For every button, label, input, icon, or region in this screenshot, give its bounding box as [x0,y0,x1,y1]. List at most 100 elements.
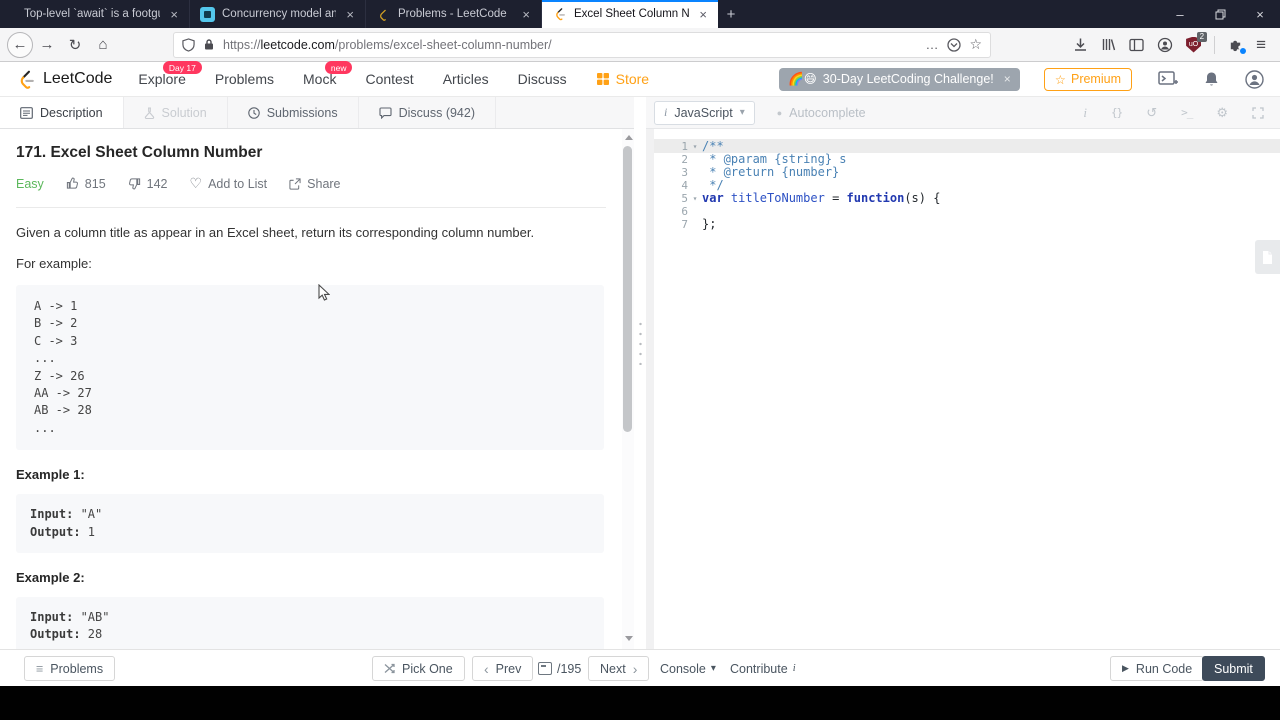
tab-solution[interactable]: Solution [124,97,228,128]
new-tab-button[interactable]: + [718,0,744,28]
dislike-button[interactable]: 142 [128,177,168,191]
floating-page-button[interactable] [1255,240,1280,274]
tab-discuss[interactable]: Discuss (942) [359,97,496,128]
tab-close-icon[interactable]: × [343,7,357,22]
next-button[interactable]: Next › [588,656,649,681]
minimize-button[interactable]: – [1160,0,1200,28]
tab-close-icon[interactable]: × [696,7,710,22]
console-prompt-icon[interactable]: >_ [1181,106,1192,119]
account-icon[interactable] [1157,37,1173,53]
submit-button[interactable]: Submit [1202,656,1265,681]
bookmark-star-icon[interactable]: ☆ [969,36,982,53]
page-actions-icon[interactable]: … [925,37,939,52]
like-button[interactable]: 815 [66,177,106,191]
add-to-list-button[interactable]: ♡ Add to List [190,175,268,192]
autocomplete-toggle[interactable]: ● Autocomplete [777,106,866,120]
reload-icon[interactable]: ↻ [61,31,89,59]
info-icon[interactable]: i [1083,105,1087,121]
example-1-heading: Example 1: [16,467,622,482]
notifications-bell-icon[interactable] [1204,71,1219,88]
problem-tab-bar: Description Solution Submissions [0,97,646,129]
contribute-info-icon: i [793,663,796,674]
back-icon[interactable]: ← [7,32,33,58]
thumbs-down-icon [128,177,141,190]
contribute-link[interactable]: Contribute i [730,656,796,681]
share-button[interactable]: Share [289,177,340,191]
close-window-button[interactable]: × [1240,0,1280,28]
nav-explore[interactable]: ExploreDay 17 [138,71,185,87]
example-1-block: Input: "A" Output: 1 [16,494,604,553]
premium-button[interactable]: ☆ Premium [1044,68,1132,91]
share-icon [289,178,301,190]
pick-one-button[interactable]: Pick One [372,656,465,681]
language-select[interactable]: i JavaScript ▾ [654,101,755,125]
download-icon[interactable] [1073,37,1088,52]
nav-articles[interactable]: Articles [443,71,489,87]
nav-discuss[interactable]: Discuss [518,71,567,87]
hamburger-menu-icon[interactable]: ≡ [1256,35,1266,55]
mock-new-badge: new [325,61,353,74]
browser-tab-3[interactable]: Problems - LeetCode × [366,0,542,28]
console-toggle[interactable]: Console ▾ [660,656,716,681]
leetcode-logo[interactable]: LeetCode [16,69,112,90]
leetcode-navbar: LeetCode ExploreDay 17 Problems Mocknew … [0,62,1280,97]
tracking-shield-icon[interactable] [182,38,195,52]
list-menu-icon: ≡ [36,662,43,676]
forward-icon[interactable]: → [33,31,61,59]
problem-index[interactable]: /195 [538,656,581,681]
description-scrollbar[interactable] [622,129,634,649]
adblock-icon[interactable]: uO 2 [1186,37,1201,53]
chevron-down-icon: ▾ [711,663,716,674]
fold-arrow-icon[interactable]: ▾ [688,192,702,205]
interview-terminal-icon[interactable] [1158,71,1178,87]
mouse-cursor [318,284,330,302]
sidebar-icon[interactable] [1129,38,1144,52]
banner-close-icon[interactable]: × [1004,72,1011,86]
library-icon[interactable] [1101,37,1116,52]
tab-close-icon[interactable]: × [167,7,181,22]
browser-tab-2[interactable]: Concurrency model and the ev × [190,0,366,28]
challenge-banner[interactable]: 🌈😄 30-Day LeetCoding Challenge! × [779,68,1020,91]
fold-arrow-icon[interactable]: ▾ [688,140,702,153]
avatar-icon[interactable] [1245,70,1264,89]
home-icon[interactable]: ⌂ [89,31,117,59]
prev-button[interactable]: ‹ Prev [472,656,533,681]
fullscreen-icon[interactable] [1252,107,1264,119]
tab-close-icon[interactable]: × [519,7,533,22]
format-braces-icon[interactable]: {} [1111,106,1122,119]
extension-puzzle-icon[interactable] [1228,37,1243,52]
browser-tab-1[interactable]: Top-level `await` is a footgun × [14,0,190,28]
nav-problems[interactable]: Problems [215,71,274,87]
address-bar[interactable]: https://leetcode.com/problems/excel-shee… [173,32,991,58]
code-lines: 1▾/** 2 * @param {string} s 3 * @return … [654,140,1280,231]
example-2-block: Input: "AB" Output: 28 [16,597,604,649]
problem-panel: Description Solution Submissions [0,97,646,649]
run-code-button[interactable]: ▶ Run Code [1110,656,1204,681]
scrollbar-thumb[interactable] [623,146,632,432]
scroll-down-arrow[interactable] [625,636,633,641]
code-editor[interactable]: 1▾/** 2 * @param {string} s 3 * @return … [646,129,1280,649]
settings-gear-icon[interactable]: ⚙ [1216,105,1228,121]
reset-code-icon[interactable]: ↺ [1146,105,1157,121]
tab-description[interactable]: Description [0,97,124,128]
flask-icon [144,107,155,119]
problem-index-input[interactable] [538,662,552,675]
browser-tab-active[interactable]: Excel Sheet Column Number - × [542,0,718,28]
url-text: https://leetcode.com/problems/excel-shee… [223,38,917,52]
speech-bubble-icon [379,107,392,119]
lock-icon [203,38,215,51]
explore-day-badge: Day 17 [163,61,202,74]
tab-submissions[interactable]: Submissions [228,97,359,128]
pocket-icon[interactable] [947,38,961,52]
nav-mock[interactable]: Mocknew [303,71,336,87]
window-controls: – × [1160,0,1280,28]
restore-button[interactable] [1200,0,1240,28]
panel-resize-divider[interactable] [634,97,646,649]
scroll-up-arrow[interactable] [625,135,633,140]
url-toolbar: ← → ↻ ⌂ https://leetcode.com/problems/ex… [0,28,1280,62]
toolbar-right-icons: uO 2 ≡ [1073,35,1280,55]
problems-list-button[interactable]: ≡ Problems [24,656,115,681]
tab-strip-spacer [0,0,14,28]
nav-contest[interactable]: Contest [365,71,413,87]
nav-store[interactable]: Store [596,71,649,87]
